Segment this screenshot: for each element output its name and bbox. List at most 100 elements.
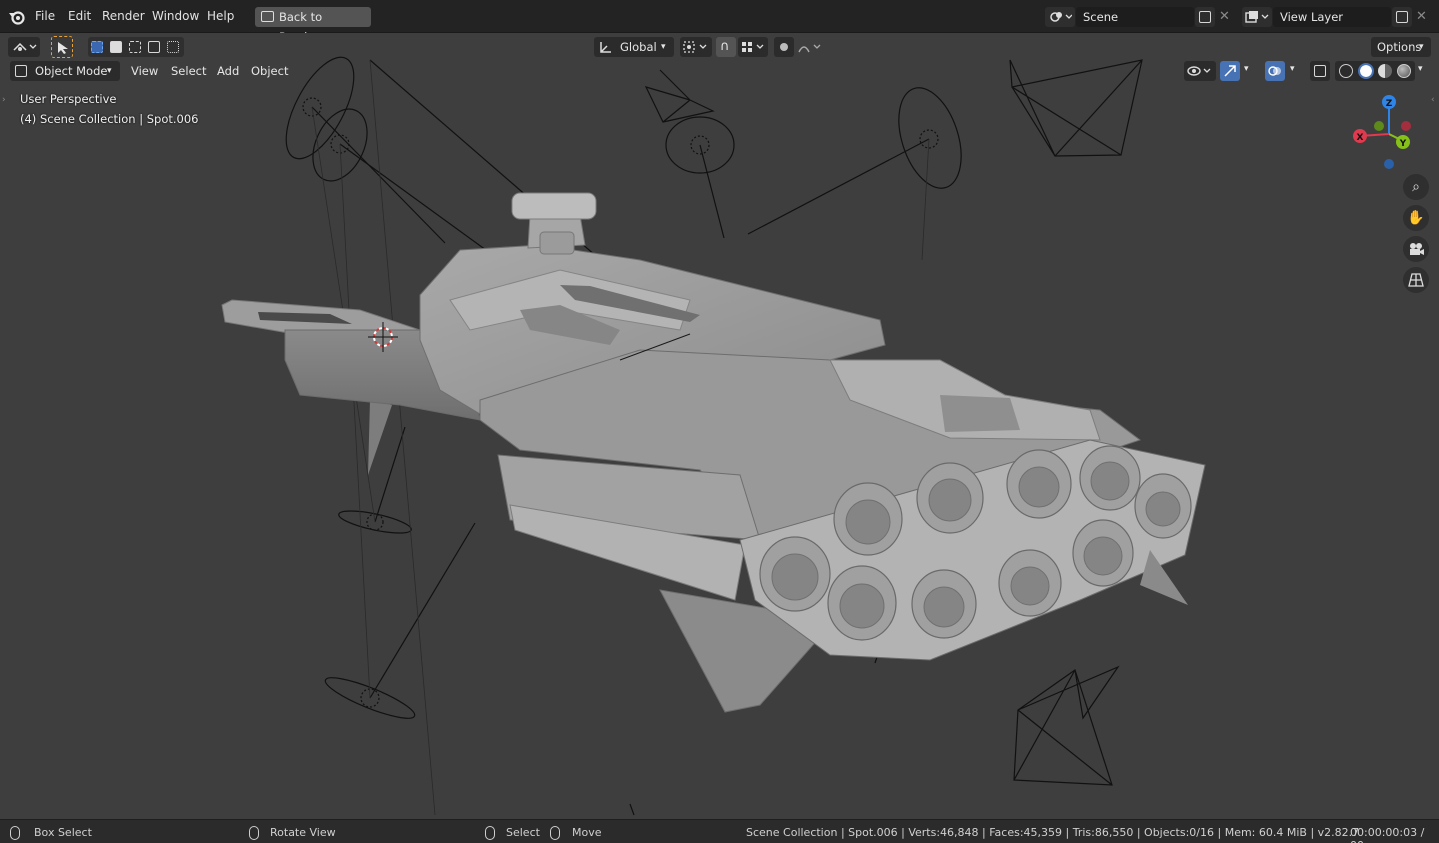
mouse-left-icon [10, 826, 20, 840]
3d-viewport[interactable]: Global ▾ ∩ Options ▾ Object Mode ▾ View … [0, 33, 1439, 819]
viewport-scene [221, 56, 1206, 816]
status-select: Select [506, 826, 540, 839]
navigation-gizmo[interactable]: Z Y X [1346, 91, 1436, 175]
magnet-icon: ∩ [720, 39, 730, 54]
select-invert-icon[interactable] [148, 41, 160, 53]
wireframe-shading-icon[interactable] [1339, 64, 1353, 78]
status-move: Move [572, 826, 602, 839]
camera-icon [1410, 243, 1424, 255]
gizmo-y-label: Y [1399, 139, 1407, 149]
3d-viewport-icon [13, 42, 37, 51]
new-scene-button[interactable] [1195, 7, 1215, 27]
proportional-edit-icon [780, 43, 788, 51]
menu-file[interactable]: File [35, 9, 55, 23]
hand-icon: ✋ [1407, 210, 1425, 226]
mouse-middle-icon [249, 826, 259, 840]
gizmo-toggle[interactable] [1220, 61, 1240, 81]
select-subtract-icon[interactable] [129, 41, 141, 53]
eye-icon [1187, 66, 1211, 76]
view-layer-browse-button[interactable] [1242, 7, 1272, 27]
zoom-magnifier-icon: ⌕ [1412, 179, 1420, 195]
object-mode-label: Object Mode [35, 64, 108, 78]
snap-toggle[interactable]: ∩ [716, 37, 736, 57]
spaceship-mesh [221, 192, 1206, 713]
perspective-label: User Perspective [20, 92, 117, 106]
overlays-chevron-icon[interactable]: ▾ [1290, 64, 1295, 74]
chevron-down-icon: ▾ [107, 66, 112, 76]
shading-chevron-icon[interactable]: ▾ [1418, 64, 1423, 74]
toolbar-expand-icon[interactable]: › [2, 95, 6, 105]
pan-button[interactable]: ✋ [1403, 205, 1429, 231]
chevron-down-icon: ▾ [661, 42, 666, 52]
cursor-arrow-icon [58, 42, 68, 54]
duplicate-icon [1396, 11, 1408, 23]
perspective-toggle-button[interactable] [1403, 267, 1429, 293]
proportional-edit-toggle[interactable] [774, 37, 794, 57]
gizmo-z-label: Z [1386, 99, 1393, 109]
back-to-previous-button[interactable]: Back to Previous [255, 7, 371, 44]
overlays-toggle[interactable] [1265, 61, 1285, 81]
active-object-label: (4) Scene Collection | Spot.006 [20, 112, 199, 126]
orientation-axis-icon [600, 42, 611, 53]
transform-orientation-dropdown[interactable]: Global ▾ [594, 37, 674, 57]
zoom-button[interactable]: ⌕ [1403, 174, 1429, 200]
select-new-icon[interactable] [91, 41, 103, 53]
select-extend-icon[interactable] [110, 41, 122, 53]
options-label: Options [1377, 40, 1422, 54]
proportional-falloff-dropdown[interactable] [796, 37, 826, 57]
delete-scene-icon[interactable]: ✕ [1219, 10, 1230, 23]
back-icon [261, 11, 274, 22]
menu-edit[interactable]: Edit [68, 9, 91, 23]
scene-name-field[interactable]: Scene [1076, 7, 1194, 27]
gizmo-chevron-icon[interactable]: ▾ [1244, 64, 1249, 74]
view-layer-name-field[interactable]: View Layer [1273, 7, 1391, 27]
menu-add[interactable]: Add [217, 64, 239, 78]
status-box-select: Box Select [34, 826, 92, 839]
xray-toggle[interactable] [1310, 61, 1330, 81]
material-shading-icon[interactable] [1378, 64, 1392, 78]
shading-mode-group [1335, 61, 1415, 81]
menu-render[interactable]: Render [102, 9, 145, 23]
mouse-right-icon [550, 826, 560, 840]
delete-view-layer-icon[interactable]: ✕ [1416, 10, 1427, 23]
menu-help[interactable]: Help [207, 9, 234, 23]
menu-window[interactable]: Window [152, 9, 199, 23]
pivot-icon [683, 41, 707, 53]
snap-target-dropdown[interactable] [738, 37, 768, 57]
transform-orientation-label: Global [620, 40, 657, 54]
rendered-shading-icon[interactable] [1397, 64, 1411, 78]
falloff-curve-icon [798, 44, 821, 53]
select-intersect-icon[interactable] [167, 41, 179, 53]
select-tool-button[interactable] [51, 36, 73, 58]
view-layer-icon [1245, 11, 1269, 23]
duplicate-icon [1199, 11, 1211, 23]
camera-view-button[interactable] [1403, 236, 1429, 262]
menu-object[interactable]: Object [251, 64, 288, 78]
visibility-dropdown[interactable] [1184, 61, 1216, 81]
selection-mode-group [88, 37, 184, 57]
top-menubar: File Edit Render Window Help Back to Pre… [0, 0, 1439, 44]
pivot-point-dropdown[interactable] [680, 37, 712, 57]
chevron-down-icon: ▾ [1419, 42, 1424, 52]
scene-browse-button[interactable] [1045, 7, 1075, 27]
new-view-layer-button[interactable] [1392, 7, 1412, 27]
menu-view[interactable]: View [131, 64, 158, 78]
object-mode-icon [15, 65, 27, 77]
status-rotate-view: Rotate View [270, 826, 336, 839]
solid-shading-icon[interactable] [1358, 63, 1374, 79]
xray-icon [1314, 65, 1326, 77]
grid-perspective-icon [1408, 273, 1424, 287]
gizmo-icon [1224, 65, 1236, 77]
timecode: 00:00:00:03 / 00 [1350, 826, 1425, 843]
menu-select[interactable]: Select [171, 64, 206, 78]
overlays-icon [1268, 66, 1281, 76]
gizmo-x-label: X [1357, 133, 1364, 143]
object-mode-dropdown[interactable]: Object Mode ▾ [10, 61, 120, 81]
scene-icon [1050, 12, 1072, 22]
blender-logo-icon[interactable] [8, 8, 26, 25]
editor-type-button[interactable] [8, 37, 40, 57]
scene-statistics: Scene Collection | Spot.006 | Verts:46,8… [746, 826, 1360, 839]
options-dropdown[interactable]: Options ▾ [1371, 37, 1431, 57]
snap-grid-icon [742, 42, 764, 52]
status-bar: Box Select Rotate View Select Move Scene… [0, 819, 1439, 843]
